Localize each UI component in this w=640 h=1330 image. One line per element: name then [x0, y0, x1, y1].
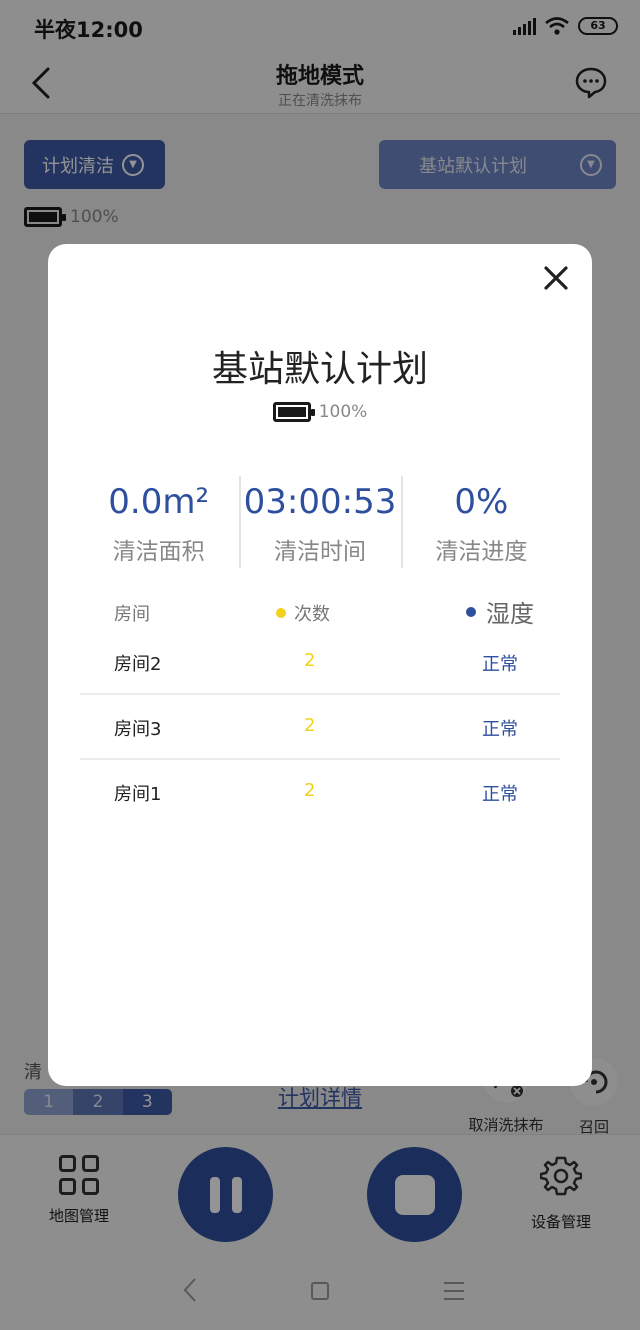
plan-detail-modal: 基站默认计划 100% 0.0m² 清洁面积 03:00:53 清洁时间 0% … — [48, 244, 592, 1086]
cell-room: 房间3 — [114, 719, 162, 740]
yellow-dot-icon — [276, 608, 286, 618]
header-times-label: 次数 — [294, 604, 330, 625]
blue-dot-icon — [466, 606, 476, 617]
modal-battery-value: 100% — [318, 402, 368, 422]
table-row: 房间3 2 正常 — [80, 695, 560, 760]
header-room: 房间 — [114, 604, 150, 625]
modal-title: 基站默认计划 — [211, 349, 428, 390]
stat-label: 清洁面积 — [112, 539, 205, 565]
cell-humidity: 正常 — [482, 719, 518, 740]
table-row: 房间2 2 正常 — [80, 630, 560, 695]
stat-value: 03:00:53 — [243, 482, 397, 522]
stat-clean-time: 03:00:53 清洁时间 — [239, 476, 400, 568]
room-table: 房间2 2 正常 房间3 2 正常 房间1 2 正常 — [80, 630, 560, 825]
cell-humidity: 正常 — [482, 654, 518, 675]
header-times: 次数 — [276, 600, 330, 626]
battery-icon — [272, 402, 315, 422]
cell-times: 2 — [304, 650, 316, 671]
header-humidity: 湿度 — [466, 594, 534, 629]
stat-clean-area: 0.0m² 清洁面积 — [78, 476, 239, 568]
stats-row: 0.0m² 清洁面积 03:00:53 清洁时间 0% 清洁进度 — [78, 476, 562, 568]
cell-humidity: 正常 — [482, 784, 518, 805]
modal-battery: 100% — [48, 402, 592, 422]
stat-value: 0% — [454, 482, 509, 522]
cell-room: 房间1 — [114, 784, 162, 805]
cell-times: 2 — [304, 715, 316, 736]
stat-clean-progress: 0% 清洁进度 — [400, 476, 562, 568]
header-humidity-label: 湿度 — [486, 600, 534, 628]
table-row: 房间1 2 正常 — [80, 760, 560, 825]
close-icon[interactable] — [540, 262, 572, 294]
stat-label: 清洁时间 — [273, 539, 366, 565]
stat-label: 清洁进度 — [435, 539, 528, 565]
table-header: 房间 次数 湿度 — [80, 592, 560, 628]
cell-room: 房间2 — [114, 654, 162, 675]
cell-times: 2 — [304, 780, 316, 801]
stat-value: 0.0m² — [108, 482, 210, 522]
